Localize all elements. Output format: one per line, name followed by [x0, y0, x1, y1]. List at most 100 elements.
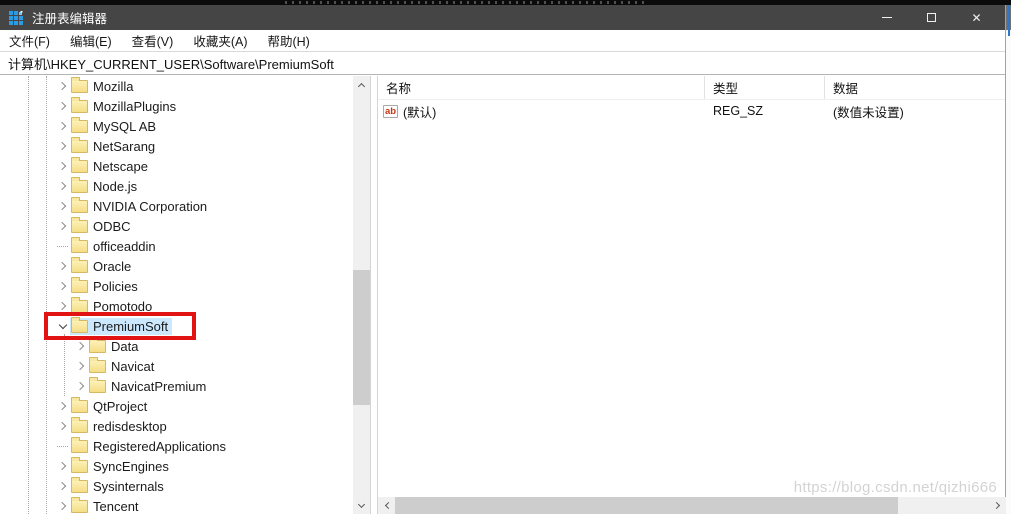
tree-item-content[interactable]: NavicatPremium: [88, 376, 210, 395]
folder-icon: [71, 456, 88, 473]
chevron-right-icon[interactable]: [54, 298, 71, 314]
chevron-right-icon[interactable]: [72, 358, 89, 374]
values-header: 名称 类型 数据: [378, 76, 1005, 100]
chevron-right-icon[interactable]: [54, 198, 71, 214]
folder-icon: [89, 356, 106, 373]
chevron-right-icon[interactable]: [54, 478, 71, 494]
chevron-right-icon[interactable]: [54, 218, 71, 234]
tree-item[interactable]: Pomotodo: [0, 296, 353, 316]
column-header-type[interactable]: 类型: [705, 76, 825, 99]
watermark: https://blog.csdn.net/qizhi666: [793, 479, 997, 496]
scroll-down-button[interactable]: [353, 497, 370, 514]
tree-item-content[interactable]: ODBC: [70, 216, 135, 235]
folder-icon: [71, 216, 88, 233]
tree-item[interactable]: Tencent: [0, 496, 353, 514]
tree-item[interactable]: redisdesktop: [0, 416, 353, 436]
tree-vertical-scrollbar[interactable]: [353, 76, 370, 514]
tree-item-content[interactable]: Sysinternals: [70, 476, 168, 495]
tree-item-label: MozillaPlugins: [93, 98, 177, 114]
tree-item-content[interactable]: NetSarang: [70, 136, 159, 155]
tree-item-content[interactable]: MozillaPlugins: [70, 96, 180, 115]
chevron-right-icon: [992, 501, 1001, 510]
tree-item-content[interactable]: NVIDIA Corporation: [70, 196, 211, 215]
values-scrollbar-thumb[interactable]: [395, 497, 898, 514]
chevron-right-icon[interactable]: [54, 458, 71, 474]
value-name: (默认): [403, 105, 437, 120]
tree-item-content[interactable]: Data: [88, 336, 142, 355]
close-button[interactable]: ✕: [954, 5, 999, 30]
tree-scrollbar-thumb[interactable]: [353, 270, 370, 405]
tree-item[interactable]: MozillaPlugins: [0, 96, 353, 116]
tree-item[interactable]: MySQL AB: [0, 116, 353, 136]
tree-item-content[interactable]: Pomotodo: [70, 296, 156, 315]
menu-item-help[interactable]: 帮助(H): [257, 30, 319, 51]
tree-item-content[interactable]: Mozilla: [70, 76, 137, 95]
address-path: 计算机\HKEY_CURRENT_USER\Software\PremiumSo…: [8, 56, 334, 72]
tree-item[interactable]: NetSarang: [0, 136, 353, 156]
chevron-right-icon[interactable]: [54, 138, 71, 154]
chevron-right-icon[interactable]: [54, 118, 71, 134]
scroll-up-button[interactable]: [353, 76, 370, 93]
tree-item-content[interactable]: officeaddin: [70, 236, 160, 255]
value-name-cell[interactable]: ab (默认): [378, 102, 705, 121]
tree-item-content[interactable]: PremiumSoft: [70, 316, 173, 335]
tree-item[interactable]: QtProject: [0, 396, 353, 416]
tree-item-content[interactable]: QtProject: [70, 396, 151, 415]
chevron-right-icon[interactable]: [72, 378, 89, 394]
tree-item-content[interactable]: Navicat: [88, 356, 158, 375]
folder-icon: [89, 376, 106, 393]
tree-item-content[interactable]: Tencent: [70, 496, 143, 514]
tree-item[interactable]: SyncEngines: [0, 456, 353, 476]
scroll-right-button[interactable]: [989, 497, 1006, 514]
minimize-button[interactable]: [864, 5, 909, 30]
tree-item-content[interactable]: RegisteredApplications: [70, 436, 230, 455]
tree-item[interactable]: NavicatPremium: [0, 376, 353, 396]
tree-item-label: Policies: [93, 278, 138, 294]
tree-item-content[interactable]: Policies: [70, 276, 142, 295]
chevron-right-icon[interactable]: [54, 398, 71, 414]
tree-item[interactable]: ODBC: [0, 216, 353, 236]
scroll-left-button[interactable]: [378, 497, 395, 514]
tree-item-content[interactable]: Node.js: [70, 176, 141, 195]
value-row[interactable]: ab (默认) REG_SZ (数值未设置): [378, 100, 1005, 122]
tree-item[interactable]: Policies: [0, 276, 353, 296]
chevron-right-icon[interactable]: [54, 258, 71, 274]
chevron-right-icon[interactable]: [54, 158, 71, 174]
chevron-right-icon[interactable]: [54, 178, 71, 194]
tree-item[interactable]: NVIDIA Corporation: [0, 196, 353, 216]
chevron-right-icon[interactable]: [72, 338, 89, 354]
tree-item-content[interactable]: Netscape: [70, 156, 152, 175]
tree-item[interactable]: Netscape: [0, 156, 353, 176]
values-horizontal-scrollbar[interactable]: [378, 497, 1006, 514]
tree-item[interactable]: Sysinternals: [0, 476, 353, 496]
tree-item-content[interactable]: MySQL AB: [70, 116, 160, 135]
chevron-right-icon[interactable]: [54, 278, 71, 294]
column-header-data[interactable]: 数据: [825, 76, 1005, 99]
chevron-right-icon[interactable]: [54, 418, 71, 434]
tree-item[interactable]: RegisteredApplications: [0, 436, 353, 456]
menu-item-view[interactable]: 查看(V): [122, 30, 184, 51]
tree-item-content[interactable]: SyncEngines: [70, 456, 173, 475]
chevron-down-icon[interactable]: [54, 318, 71, 334]
address-bar[interactable]: 计算机\HKEY_CURRENT_USER\Software\PremiumSo…: [0, 52, 1005, 75]
tree-item[interactable]: Data: [0, 336, 353, 356]
maximize-button[interactable]: [909, 5, 954, 30]
menu-item-favorites[interactable]: 收藏夹(A): [183, 30, 257, 51]
tree-item[interactable]: Navicat: [0, 356, 353, 376]
chevron-right-icon[interactable]: [54, 498, 71, 514]
tree-item[interactable]: officeaddin: [0, 236, 353, 256]
menu-item-file[interactable]: 文件(F): [0, 30, 60, 51]
tree-item-content[interactable]: Oracle: [70, 256, 135, 275]
tree-item[interactable]: PremiumSoft: [0, 316, 353, 336]
menu-item-edit[interactable]: 编辑(E): [60, 30, 122, 51]
folder-icon: [71, 416, 88, 433]
chevron-right-icon[interactable]: [54, 78, 71, 94]
tree-item-content[interactable]: redisdesktop: [70, 416, 171, 435]
folder-icon: [71, 256, 88, 273]
tree-item[interactable]: Node.js: [0, 176, 353, 196]
column-header-name[interactable]: 名称: [378, 76, 705, 99]
chevron-right-icon[interactable]: [54, 98, 71, 114]
chevron-down-icon: [357, 500, 366, 509]
tree-item[interactable]: Mozilla: [0, 76, 353, 96]
tree-item[interactable]: Oracle: [0, 256, 353, 276]
